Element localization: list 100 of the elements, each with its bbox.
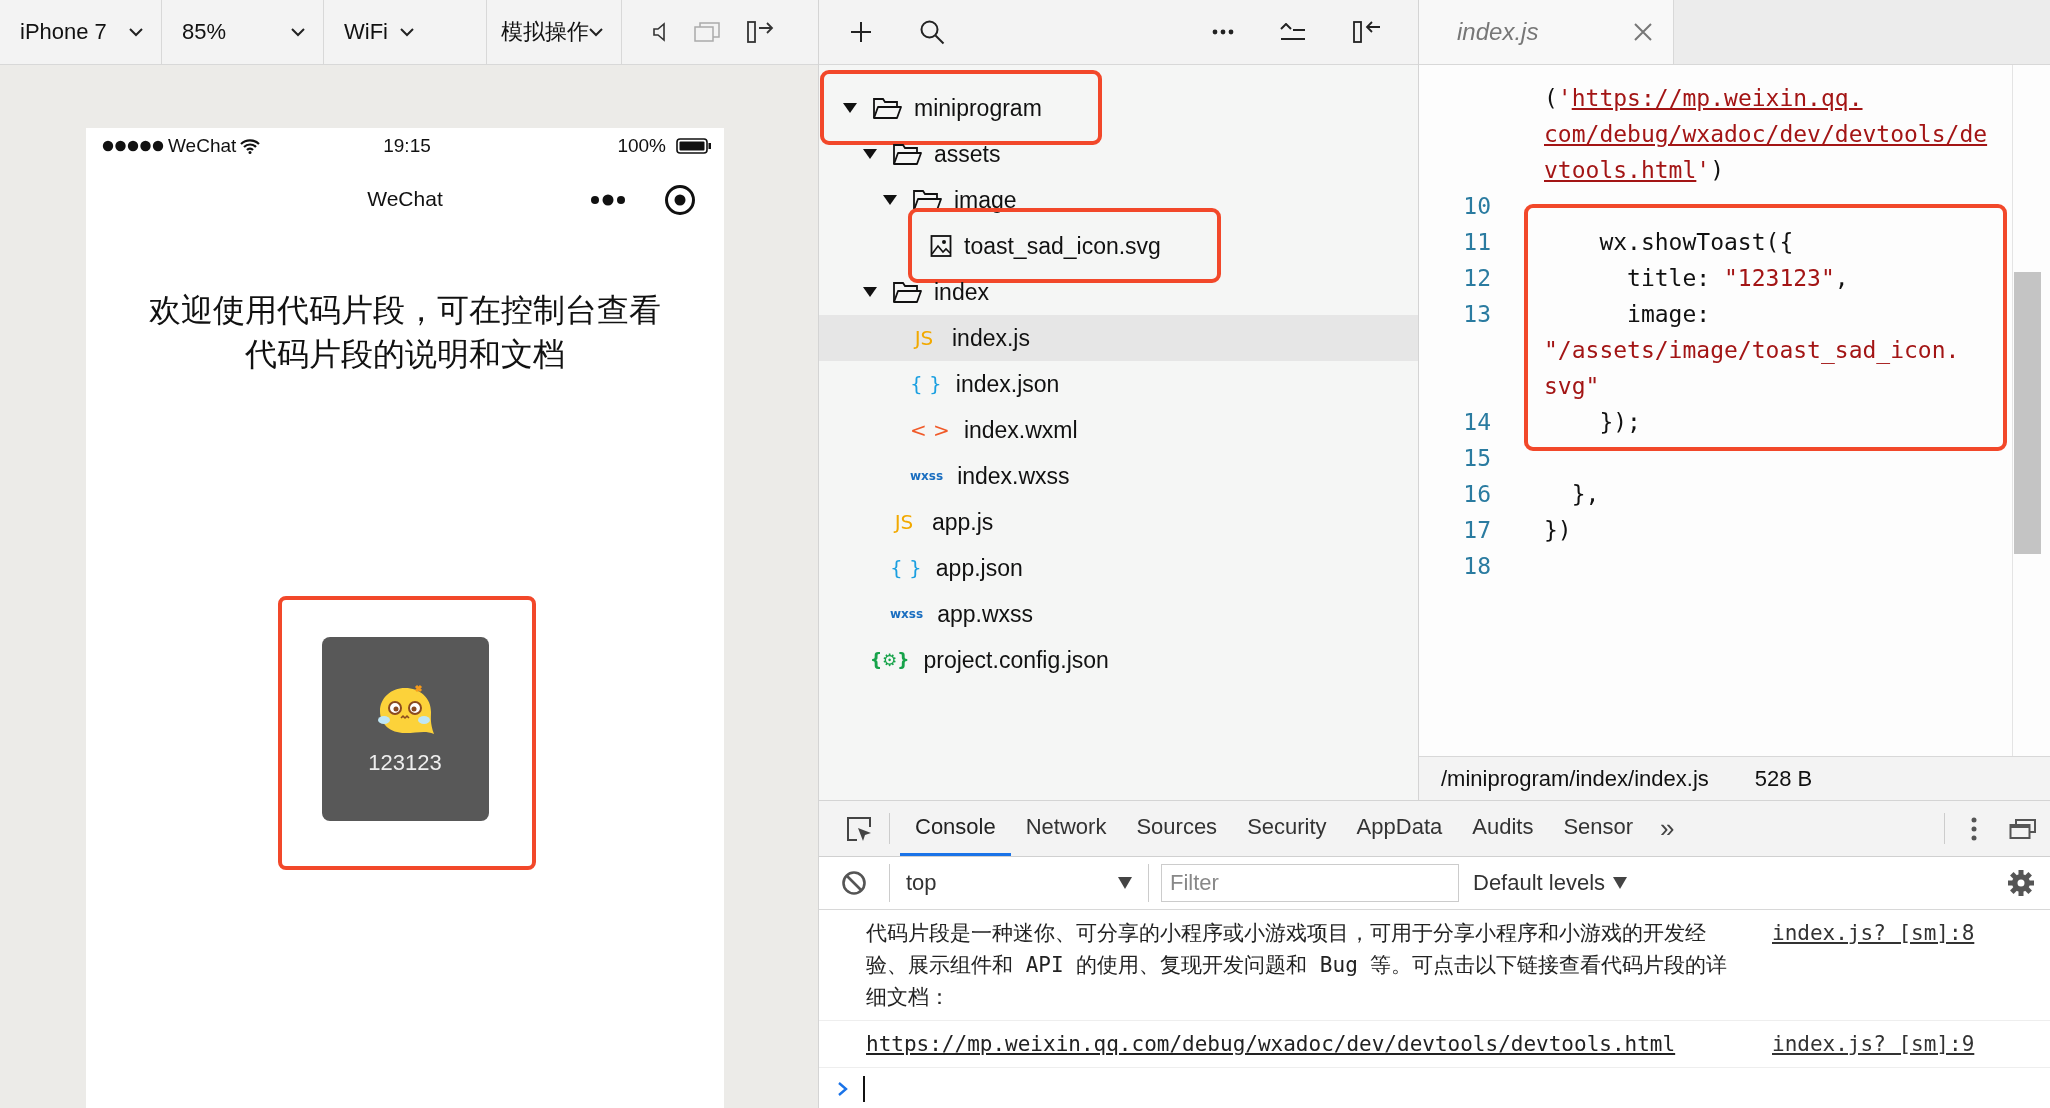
welcome-text: 欢迎使用代码片段，可在控制台查看代码片段的说明和文档 [148,291,662,374]
prompt-icon [837,1081,849,1097]
chevron-down-icon [129,27,143,37]
file-size: 528 B [1754,765,1813,792]
config-file-icon: {⚙} [870,650,910,670]
code-line: com/debug/wxadoc/dev/devtools/de [1544,121,1988,147]
source-link[interactable]: index.js? [sm]:9 [1772,1028,2050,1060]
clear-console-icon[interactable] [841,870,867,896]
devtools-tab[interactable]: Console [900,801,1011,856]
filter-field[interactable]: Filter [1161,864,1459,902]
code-line: ('https://mp.weixin.qq. [1544,85,1863,111]
console-message: 代码片段是一种迷你、可分享的小程序或小游戏项目，可用于分享小程序和小游戏的开发经验、展示组件和 API 的使用、复现开发问题和 Bug 等。可点击以下链接查看代码片段的详细文档： [866,920,1729,1011]
json-file-icon: { } [890,556,922,580]
tree-item[interactable]: index [819,269,1418,315]
search-icon[interactable] [919,19,945,45]
toast-title: 123123 [368,750,442,776]
line-number: 18 [1463,553,1491,579]
more-icon[interactable] [590,194,626,206]
devtools-tab[interactable]: Sensor [1548,801,1649,856]
status-time: 19:15 [383,135,431,157]
context-dropdown[interactable]: top [889,864,1149,902]
tree-item[interactable]: wxss app.wxss [819,591,1418,637]
code-line: wx.showToast({ [1598,229,1794,255]
folder-icon [892,280,922,304]
folder-icon [872,96,902,120]
wxss-file-icon: wxss [890,607,924,621]
settings-icon[interactable] [2007,869,2035,897]
caret-down-icon[interactable] [842,101,858,115]
code-line: }, [1570,481,1600,507]
folder-icon [892,142,922,166]
file-path: /miniprogram/index/index.js [1441,765,1709,792]
line-number: 14 [1463,409,1491,435]
line-number: 10 [1463,193,1491,219]
console-link[interactable]: https://mp.weixin.qq.com/debug/wxadoc/dev/devtools/devtools.html [866,1028,1772,1060]
tree-item[interactable]: JS app.js [819,499,1418,545]
battery-icon [676,138,712,154]
more-icon[interactable] [1212,29,1234,35]
devtools-tab[interactable]: Sources [1121,801,1233,856]
inspect-icon[interactable] [845,814,873,843]
kebab-menu-icon[interactable] [1971,816,1977,841]
dropdown-triangle-icon [1613,877,1628,889]
circle-dot-icon[interactable] [664,184,696,216]
devtools-tab[interactable]: AppData [1341,801,1458,856]
tree-item[interactable]: image [819,177,1418,223]
text-cursor [863,1076,865,1102]
dropdown-triangle-icon [1118,877,1132,889]
code-line: image: [1626,301,1711,327]
line-number: 17 [1463,517,1491,543]
code-line: "/assets/image/toast_sad_icon. [1544,337,1960,363]
devtools-tab[interactable]: Security [1232,801,1342,856]
chevron-down-icon [589,27,603,37]
devtools-tab[interactable]: Audits [1457,801,1549,856]
caret-down-icon[interactable] [862,147,878,161]
tree-item[interactable]: JS index.js [819,315,1418,361]
devtools-tab[interactable]: Network [1010,801,1122,856]
js-file-icon: JS [890,510,918,534]
levels-dropdown[interactable]: Default levels [1473,870,1628,896]
tree-item[interactable]: { } app.json [819,545,1418,591]
scrollbar[interactable] [2014,272,2041,554]
chevron-down-icon [400,27,414,37]
tree-item[interactable]: miniprogram [819,85,1418,131]
speaker-icon[interactable] [652,22,668,42]
code-line: vtools.html') [1544,157,1725,183]
signal-icon [102,140,164,152]
battery-percent: 100% [617,135,666,157]
tree-item[interactable]: toast_sad_icon.svg [819,223,1418,269]
dropdown-menu[interactable]: 85% [162,0,324,64]
collapse-panel-icon[interactable] [1352,19,1382,45]
image-icon [930,234,952,258]
dropdown-menu[interactable]: iPhone 7 [0,0,162,64]
dropdown-menu[interactable]: WiFi [324,0,487,64]
page-title: WeChat [367,187,443,211]
tree-item[interactable]: wxss index.wxss [819,453,1418,499]
editor-tab[interactable]: index.js [1419,0,1674,64]
caret-down-icon[interactable] [862,285,878,299]
chevron-down-icon [291,27,305,37]
caret-down-icon[interactable] [882,193,898,207]
tree-item[interactable]: { } index.json [819,361,1418,407]
line-number: 15 [1463,445,1491,471]
line-number: 16 [1463,481,1491,507]
code-line: svg" [1544,373,1600,399]
js-file-icon: JS [910,326,938,350]
tree-item[interactable]: < > index.wxml [819,407,1418,453]
wxss-file-icon: wxss [910,469,944,483]
line-number: 12 [1463,265,1491,291]
line-number: 11 [1463,229,1491,255]
source-link[interactable]: index.js? [sm]:8 [1772,917,2050,1013]
more-tabs-button[interactable]: » [1648,801,1687,856]
code-line: title: "123123", [1626,265,1849,291]
dropdown-menu[interactable]: 模拟操作 [487,0,622,64]
outdent-icon[interactable] [1280,23,1306,41]
code-line: }); [1598,409,1641,435]
tree-item[interactable]: {⚙} project.config.json [819,637,1418,683]
dock-icon[interactable] [2009,817,2037,840]
carrier-label: WeChat [168,135,237,157]
tree-item[interactable]: assets [819,131,1418,177]
add-icon[interactable] [849,20,873,44]
split-arrow-icon[interactable] [746,20,776,44]
close-icon[interactable] [1633,22,1653,42]
json-file-icon: { } [910,372,942,396]
